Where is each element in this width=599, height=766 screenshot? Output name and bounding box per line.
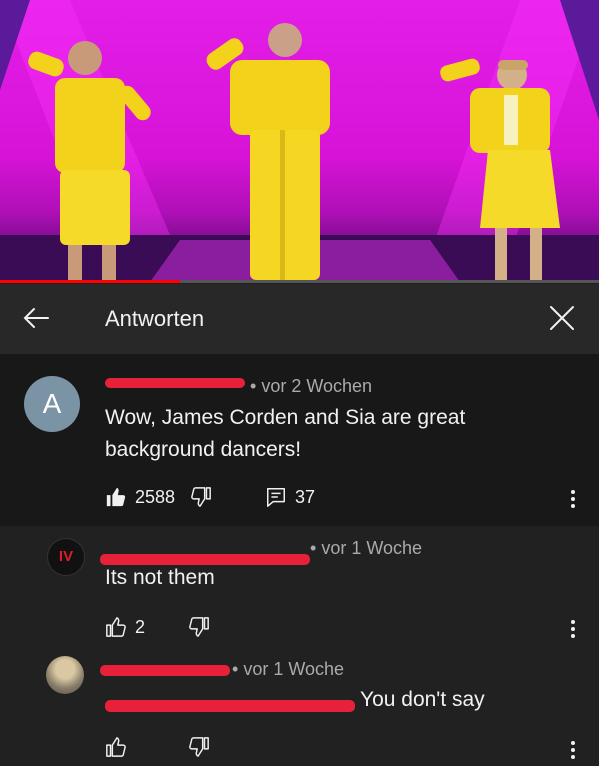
comment-time: • vor 1 Woche [310,538,423,558]
thumb-up-icon [105,616,127,638]
reply-count: 37 [295,486,316,507]
replies-button[interactable]: 37 [265,486,315,508]
like-button[interactable]: 2 [105,616,145,638]
video-frame [0,0,599,282]
main-comment: A • vor 2 Wochen Wow, James Corden and S… [0,354,599,526]
dislike-button[interactable] [188,736,210,758]
dislike-button[interactable] [188,616,210,638]
like-count: 2 [135,616,146,637]
comment-text: Wow, James Corden and Sia are great back… [105,402,465,466]
thumb-down-icon [190,486,212,508]
thumb-up-icon [105,736,127,758]
reply-text: You don't say [360,688,485,711]
replies-header: Antworten [0,284,599,354]
reply-icon [265,486,287,508]
redacted-author-name [100,665,230,676]
comment-time: • vor 1 Woche [232,659,345,679]
comment-text-line-1: Wow, James Corden and Sia are great [105,406,466,429]
redacted-mention [105,700,355,712]
avatar[interactable]: IV [47,538,85,576]
thumb-down-icon [188,736,210,758]
thumb-up-icon [105,486,127,508]
thumb-down-icon [188,616,210,638]
video-player[interactable] [0,0,599,282]
dislike-button[interactable] [190,486,212,508]
comment-time: • vor 2 Wochen [250,376,373,396]
more-vert-icon[interactable] [570,487,576,511]
comment-time-text: vor 1 Woche [321,538,423,558]
video-progress-played[interactable] [0,280,180,283]
more-vert-icon[interactable] [570,617,576,641]
comment-time-text: vor 2 Wochen [261,376,373,396]
like-count: 2588 [135,486,176,507]
comment-time-text: vor 1 Woche [243,659,345,679]
redacted-author-name [105,378,245,388]
close-icon[interactable] [546,302,578,334]
page-title: Antworten [105,306,205,331]
reply-text: Its not them [105,566,215,589]
avatar[interactable] [46,656,84,694]
video-progress-remaining[interactable] [179,280,599,283]
back-arrow-icon[interactable] [20,302,52,334]
more-vert-icon[interactable] [570,738,576,762]
avatar[interactable]: A [24,376,80,432]
like-button[interactable]: 2588 [105,486,175,508]
like-button[interactable] [105,736,127,758]
comment-text-line-2: background dancers! [105,438,302,461]
